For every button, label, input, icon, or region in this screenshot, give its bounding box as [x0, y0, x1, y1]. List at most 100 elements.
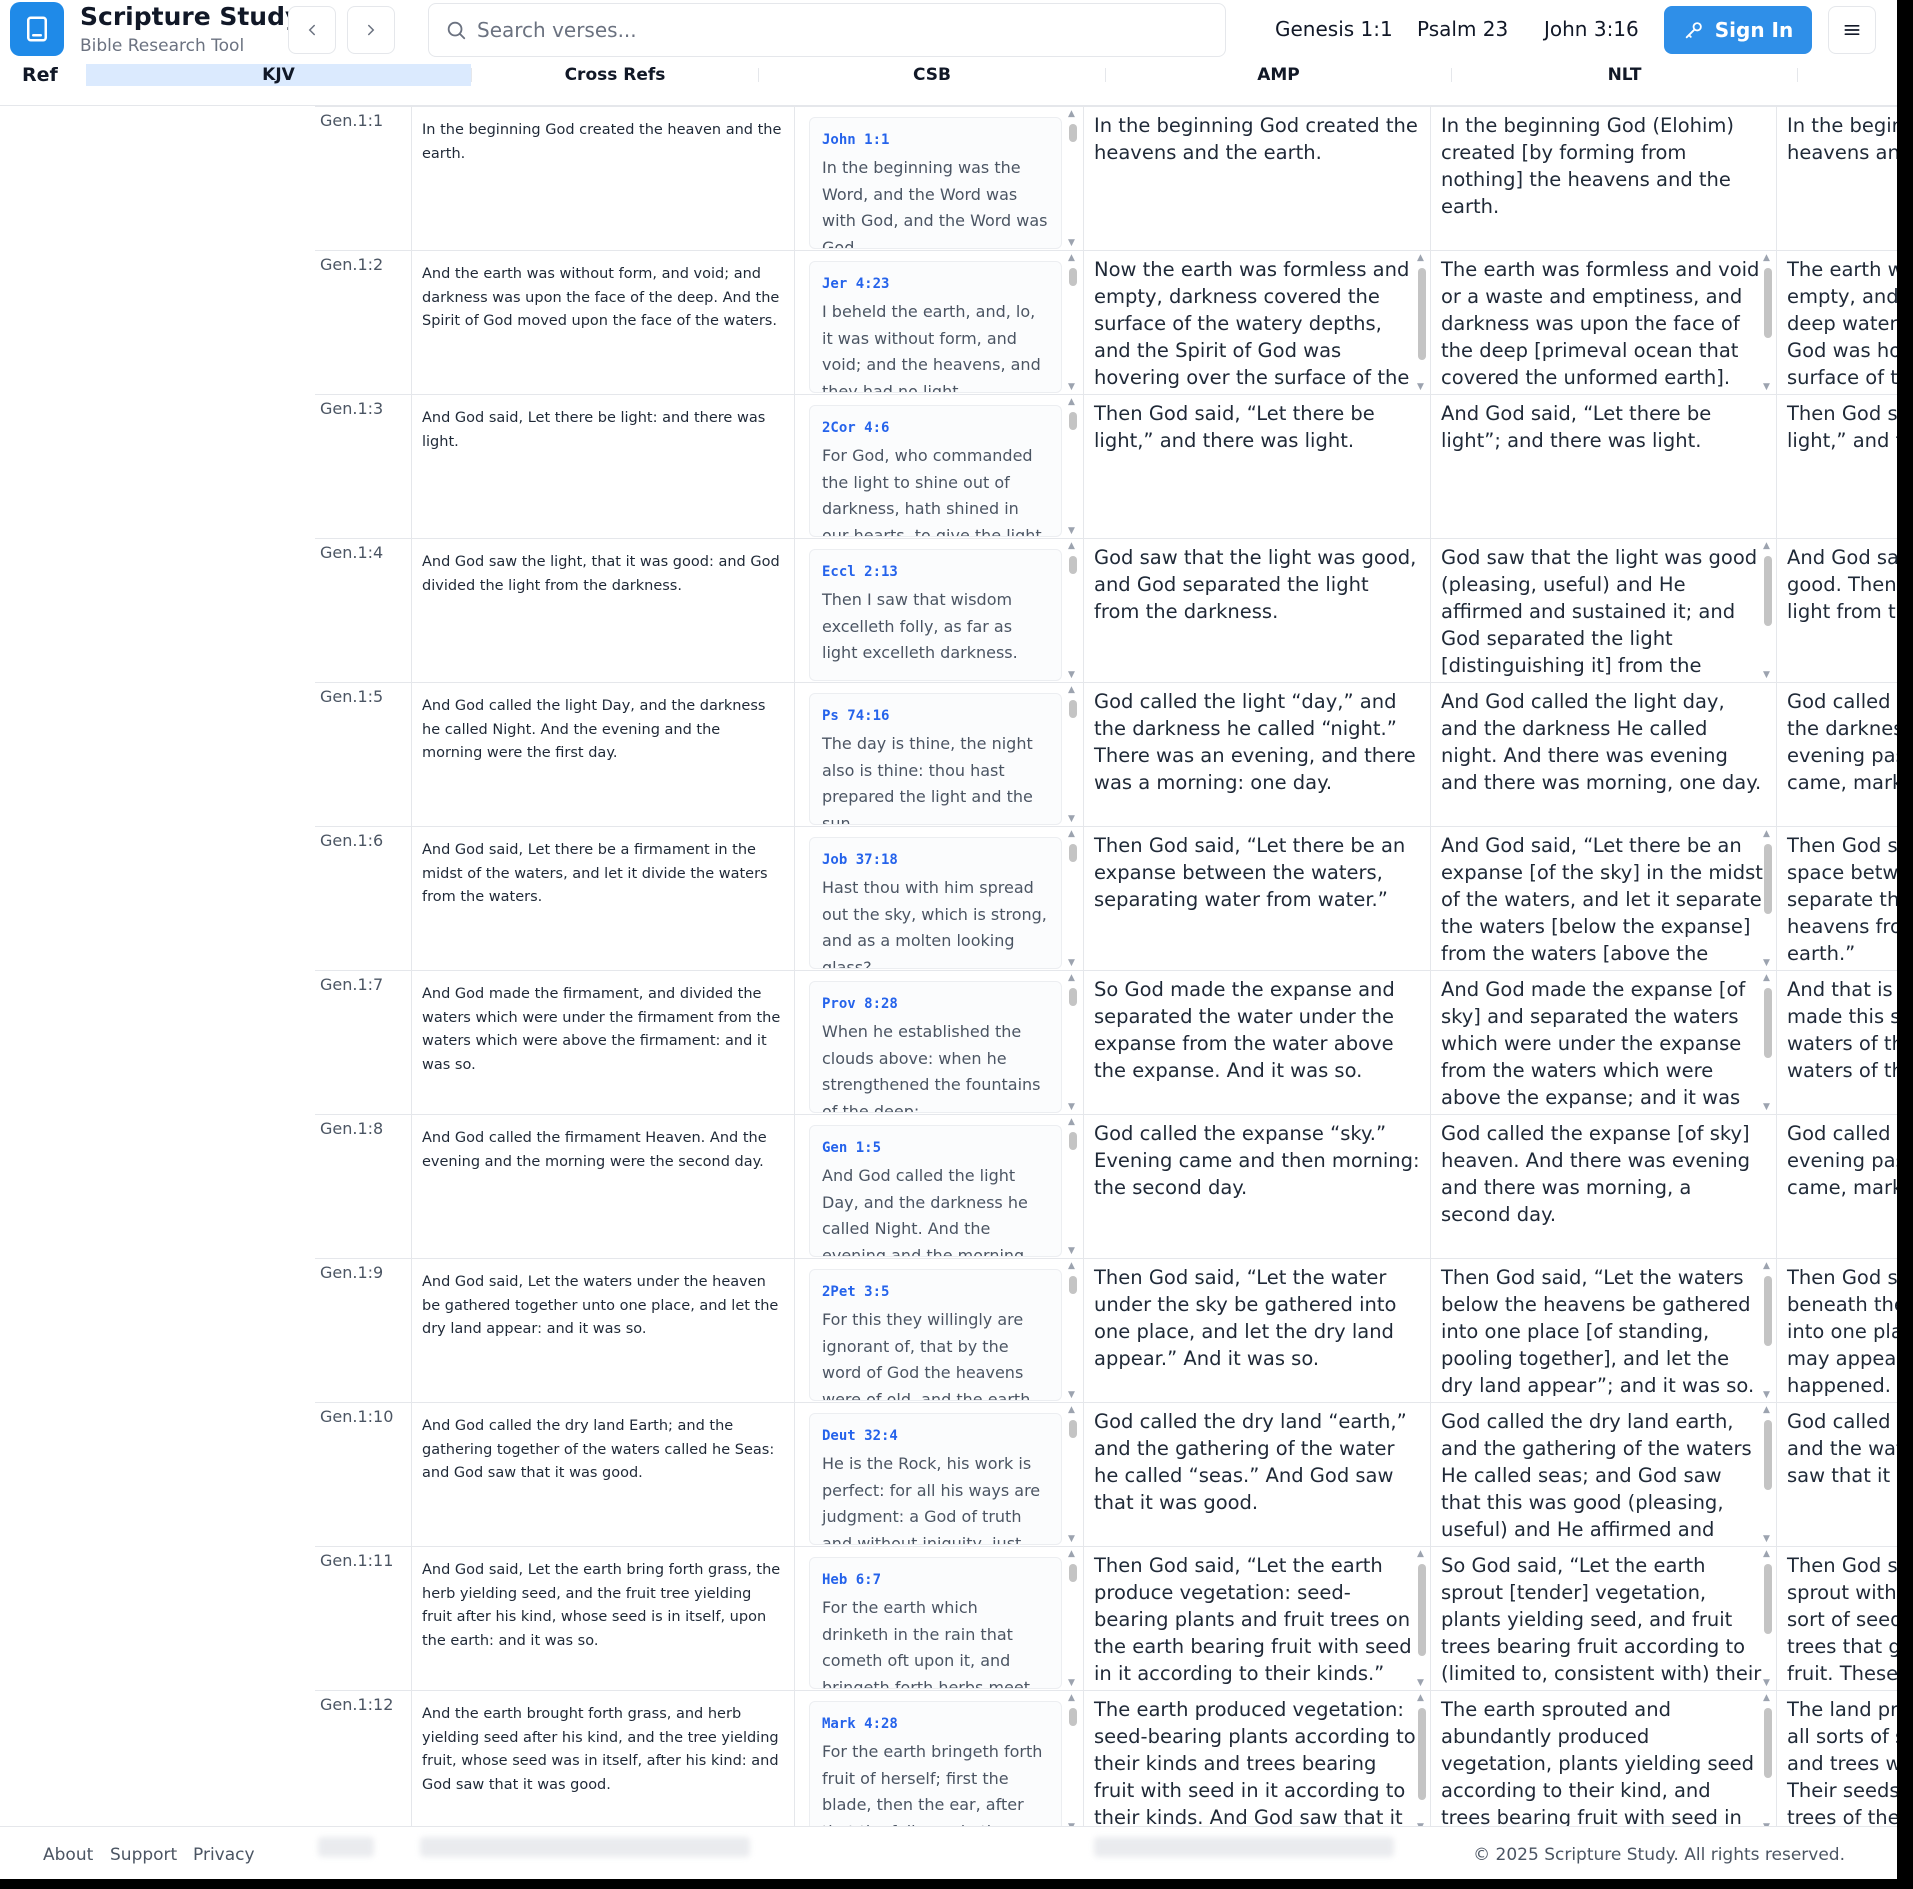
- verse-ref[interactable]: Gen.1:9: [320, 1263, 383, 1282]
- amp-scrollbar[interactable]: ▲▼: [1762, 1262, 1774, 1400]
- csb-cell: In the beginning God created the heavens…: [1083, 107, 1430, 251]
- nlt-cell: God called the light “day” and the darkn…: [1776, 683, 1897, 827]
- verse-ref[interactable]: Gen.1:11: [320, 1551, 393, 1570]
- csb-scrollbar[interactable]: ▲▼: [1416, 1694, 1428, 1826]
- cross-ref-link[interactable]: Heb 6:7: [822, 1572, 1049, 1588]
- nlt-text: Then God said, “Let there be a space bet…: [1787, 834, 1897, 965]
- search-input[interactable]: [477, 18, 1177, 42]
- amp-scrollbar[interactable]: ▲▼: [1762, 254, 1774, 392]
- csb-cell: God called the light “day,” and the dark…: [1083, 683, 1430, 827]
- verse-ref[interactable]: Gen.1:2: [320, 255, 383, 274]
- quick-link-psalm[interactable]: Psalm 23: [1417, 17, 1508, 41]
- verse-row: Gen.1:2 And the earth was without form, a…: [315, 250, 1897, 395]
- column-header-nlt[interactable]: NLT: [1452, 64, 1797, 86]
- nlt-cell: Then God said, “Let the land sprout with…: [1776, 1547, 1897, 1691]
- verse-ref[interactable]: Gen.1:12: [320, 1695, 393, 1714]
- nlt-cell: And that is what happened. God made this…: [1776, 971, 1897, 1115]
- sign-in-label: Sign In: [1714, 18, 1794, 42]
- forward-button[interactable]: [347, 6, 395, 54]
- verse-ref[interactable]: Gen.1:4: [320, 543, 383, 562]
- cross-ref-card[interactable]: Job 37:18 Hast thou with him spread out …: [809, 837, 1062, 969]
- footer-link-about[interactable]: About: [43, 1845, 93, 1865]
- cross-ref-card[interactable]: Ps 74:16 The day is thine, the night als…: [809, 693, 1062, 825]
- csb-cell: Then God said, “Let there be an expanse …: [1083, 827, 1430, 971]
- amp-scrollbar[interactable]: ▲▼: [1762, 830, 1774, 968]
- cross-ref-link[interactable]: Ps 74:16: [822, 708, 1049, 724]
- cross-ref-scrollbar[interactable]: ▲▼: [1067, 1262, 1079, 1400]
- verse-row: Gen.1:7 And God made the firmament, and d…: [315, 970, 1897, 1115]
- column-header-ref[interactable]: Ref: [22, 64, 58, 86]
- column-header-kjv[interactable]: KJV: [86, 64, 471, 86]
- amp-cell: In the beginning God (Elohim) created [b…: [1430, 107, 1776, 251]
- cross-ref-card[interactable]: Deut 32:4 He is the Rock, his work is pe…: [809, 1413, 1062, 1545]
- back-button[interactable]: [288, 6, 336, 54]
- chevron-left-icon: [308, 24, 315, 36]
- verse-ref[interactable]: Gen.1:5: [320, 687, 383, 706]
- cross-ref-scrollbar[interactable]: ▲▼: [1067, 1694, 1079, 1826]
- amp-scrollbar[interactable]: ▲▼: [1762, 974, 1774, 1112]
- cross-ref-link[interactable]: Mark 4:28: [822, 1716, 1049, 1732]
- cross-ref-scrollbar[interactable]: ▲▼: [1067, 1550, 1079, 1688]
- amp-cell: God saw that the light was good (pleasin…: [1430, 539, 1776, 683]
- column-header-bar: Ref KJV Cross Refs CSB AMP NLT: [0, 64, 1897, 106]
- cross-ref-card[interactable]: Heb 6:7 For the earth which drinketh in …: [809, 1557, 1062, 1689]
- cross-ref-scrollbar[interactable]: ▲▼: [1067, 686, 1079, 824]
- cross-ref-link[interactable]: Gen 1:5: [822, 1140, 1049, 1156]
- csb-scrollbar[interactable]: ▲▼: [1416, 1550, 1428, 1688]
- csb-scrollbar[interactable]: ▲▼: [1416, 254, 1428, 392]
- nlt-cell: God called the space “sky.” And evening …: [1776, 1115, 1897, 1259]
- cross-ref-card[interactable]: Eccl 2:13 Then I saw that wisdom excelle…: [809, 549, 1062, 681]
- cross-ref-scrollbar[interactable]: ▲▼: [1067, 830, 1079, 968]
- footer-link-support[interactable]: Support: [110, 1845, 177, 1865]
- cross-ref-text: He is the Rock, his work is perfect: for…: [822, 1454, 1041, 1545]
- cross-ref-link[interactable]: 2Pet 3:5: [822, 1284, 1049, 1300]
- cross-ref-scrollbar[interactable]: ▲▼: [1067, 254, 1079, 392]
- cross-ref-scrollbar[interactable]: ▲▼: [1067, 1118, 1079, 1256]
- cross-ref-link[interactable]: Job 37:18: [822, 852, 1049, 868]
- cross-ref-link[interactable]: Prov 8:28: [822, 996, 1049, 1012]
- amp-scrollbar[interactable]: ▲▼: [1762, 1406, 1774, 1544]
- cross-ref-card[interactable]: Mark 4:28 For the earth bringeth forth f…: [809, 1701, 1062, 1826]
- cross-ref-link[interactable]: 2Cor 4:6: [822, 420, 1049, 436]
- cross-ref-card[interactable]: Prov 8:28 When he established the clouds…: [809, 981, 1062, 1113]
- column-header-cross-refs[interactable]: Cross Refs: [472, 64, 758, 86]
- chevron-right-icon: [368, 24, 375, 36]
- cross-ref-scrollbar[interactable]: ▲▼: [1067, 974, 1079, 1112]
- verse-ref[interactable]: Gen.1:10: [320, 1407, 393, 1426]
- cross-ref-scrollbar[interactable]: ▲▼: [1067, 110, 1079, 248]
- app-logo[interactable]: [10, 2, 64, 56]
- cross-ref-link[interactable]: Deut 32:4: [822, 1428, 1049, 1444]
- cross-ref-card[interactable]: Jer 4:23 I beheld the earth, and, lo, it…: [809, 261, 1062, 393]
- verse-ref[interactable]: Gen.1:8: [320, 1119, 383, 1138]
- cross-ref-link[interactable]: Eccl 2:13: [822, 564, 1049, 580]
- search-bar: [428, 3, 1226, 57]
- cross-ref-card[interactable]: 2Cor 4:6 For God, who commanded the ligh…: [809, 405, 1062, 537]
- menu-button[interactable]: [1828, 6, 1876, 54]
- sign-in-button[interactable]: Sign In: [1664, 6, 1812, 54]
- column-header-csb[interactable]: CSB: [759, 64, 1105, 86]
- column-header-amp[interactable]: AMP: [1106, 64, 1451, 86]
- cross-ref-card[interactable]: John 1:1 In the beginning was the Word, …: [809, 117, 1062, 249]
- amp-scrollbar[interactable]: ▲▼: [1762, 542, 1774, 680]
- footer-copyright: © 2025 Scripture Study. All rights reser…: [1473, 1845, 1845, 1865]
- cross-ref-link[interactable]: John 1:1: [822, 132, 1049, 148]
- verse-row: Gen.1:12 And the earth brought forth gras…: [315, 1690, 1897, 1826]
- cross-ref-card[interactable]: 2Pet 3:5 For this they willingly are ign…: [809, 1269, 1062, 1401]
- verse-ref[interactable]: Gen.1:7: [320, 975, 383, 994]
- cross-ref-scrollbar[interactable]: ▲▼: [1067, 542, 1079, 680]
- verse-ref[interactable]: Gen.1:6: [320, 831, 383, 850]
- nlt-text: Then God said, “Let there be light,” and…: [1787, 402, 1897, 452]
- verse-ref[interactable]: Gen.1:3: [320, 399, 383, 418]
- page-footer: About Support Privacy © 2025 Scripture S…: [0, 1826, 1897, 1879]
- amp-scrollbar[interactable]: ▲▼: [1762, 1550, 1774, 1688]
- quick-link-john[interactable]: John 3:16: [1544, 17, 1639, 41]
- footer-link-privacy[interactable]: Privacy: [193, 1845, 255, 1865]
- top-header: Scripture Study Bible Research Tool Gene…: [0, 0, 1897, 64]
- cross-ref-scrollbar[interactable]: ▲▼: [1067, 1406, 1079, 1544]
- verse-ref[interactable]: Gen.1:1: [320, 111, 383, 130]
- cross-ref-scrollbar[interactable]: ▲▼: [1067, 398, 1079, 536]
- quick-link-genesis[interactable]: Genesis 1:1: [1275, 17, 1393, 41]
- cross-ref-link[interactable]: Jer 4:23: [822, 276, 1049, 292]
- cross-ref-card[interactable]: Gen 1:5 And God called the light Day, an…: [809, 1125, 1062, 1257]
- amp-scrollbar[interactable]: ▲▼: [1762, 1694, 1774, 1826]
